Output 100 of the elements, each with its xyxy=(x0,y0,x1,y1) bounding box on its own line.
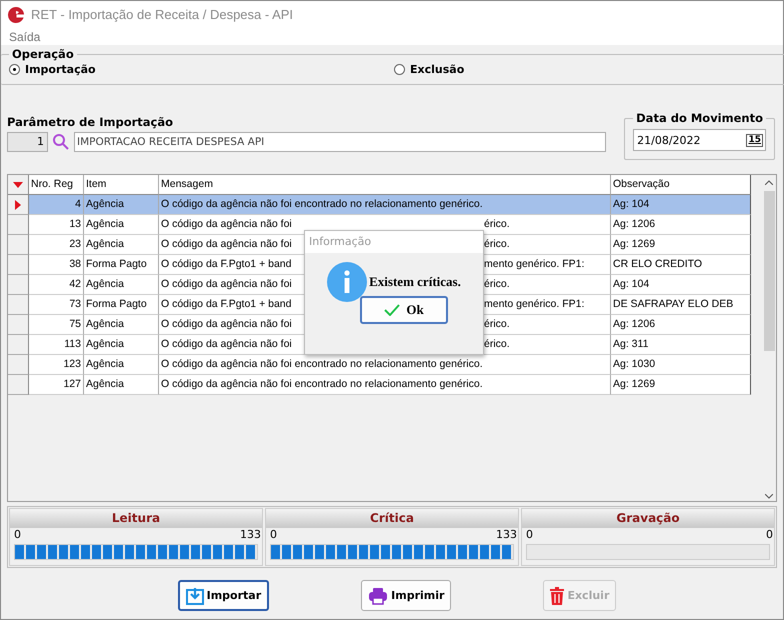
ok-button[interactable]: Ok xyxy=(360,296,448,324)
table-cell: Agência xyxy=(84,335,159,355)
menu-item[interactable]: Saída xyxy=(9,30,40,44)
table-cell: Ag: 104 xyxy=(611,275,751,295)
table-cell-text: mento genérico. FP1: xyxy=(484,297,584,312)
row-indicator[interactable] xyxy=(8,335,29,355)
table-cell: O código da agência não foi encontrado no relacionamento genérico. xyxy=(161,378,483,390)
column-header[interactable]: Mensagem xyxy=(159,175,611,195)
min-value: 0 xyxy=(14,528,21,542)
date-field[interactable]: 21/08/2022 15 xyxy=(633,129,766,151)
table-cell-text: érico. xyxy=(484,277,510,292)
radio-label: Importação xyxy=(25,63,96,76)
logo-icon xyxy=(7,6,25,24)
table-cell: O código da F.Pgto1 + band xyxy=(161,298,292,310)
group-title: Operação xyxy=(11,47,75,61)
table-cell: Ag: 311 xyxy=(611,335,751,355)
scroll-thumb[interactable] xyxy=(764,191,774,351)
max-value: 0 xyxy=(766,528,773,542)
table-cell: 38 xyxy=(29,255,84,275)
printer-icon xyxy=(368,586,388,604)
radio-label: Exclusão xyxy=(410,63,464,76)
table-cell: Forma Pagto xyxy=(84,295,159,315)
header-indicator[interactable] xyxy=(8,175,29,195)
row-indicator[interactable] xyxy=(8,295,29,315)
current-row-icon xyxy=(15,200,21,210)
search-icon[interactable] xyxy=(52,133,70,151)
table-cell-text: érico. xyxy=(484,317,510,332)
max-value: 133 xyxy=(240,528,261,542)
row-indicator[interactable] xyxy=(8,315,29,335)
table-cell: 123 xyxy=(29,355,84,375)
field-label: Parâmetro de Importação xyxy=(7,115,174,129)
sort-icon xyxy=(13,182,23,188)
table-cell: Ag: 104 xyxy=(611,195,751,215)
row-indicator[interactable] xyxy=(8,215,29,235)
table-cell: O código da agência não foi xyxy=(161,278,292,290)
table-cell: Ag: 1269 xyxy=(611,375,751,395)
table-cell: 23 xyxy=(29,235,84,255)
date-value: 21/08/2022 xyxy=(637,134,701,146)
table-cell: O código da agência não foi encontrado no relacionamento genérico. xyxy=(161,198,483,210)
group-title: Data do Movimento xyxy=(635,111,764,125)
table-cell: Ag: 1030 xyxy=(611,355,751,375)
table-cell-text: érico. xyxy=(484,237,510,252)
max-value: 133 xyxy=(496,528,517,542)
table-cell: 13 xyxy=(29,215,84,235)
table-cell: Agência xyxy=(84,315,159,335)
row-indicator[interactable] xyxy=(8,275,29,295)
check-icon xyxy=(384,304,400,316)
radio-button[interactable] xyxy=(394,64,405,75)
row-indicator[interactable] xyxy=(8,195,29,215)
table-cell: O código da agência não foi xyxy=(161,218,292,230)
panel-title: Leitura xyxy=(10,509,262,528)
table-cell: Ag: 1206 xyxy=(611,215,751,235)
radio-button[interactable] xyxy=(9,64,20,75)
table-cell: 127 xyxy=(29,375,84,395)
row-indicator[interactable] xyxy=(8,355,29,375)
table-cell: DE SAFRAPAY ELO DEB xyxy=(611,295,751,315)
dialog-title: Informação xyxy=(305,231,483,253)
description-field[interactable]: IMPORTACAO RECEITA DESPESA API xyxy=(74,132,606,152)
row-indicator[interactable] xyxy=(8,235,29,255)
column-header[interactable]: Item xyxy=(84,175,159,195)
radio-option[interactable]: Exclusão xyxy=(394,63,779,76)
table-cell: 42 xyxy=(29,275,84,295)
min-value: 0 xyxy=(526,528,533,542)
table-cell: O código da agência não foi xyxy=(161,318,292,330)
print-button[interactable]: Imprimir xyxy=(361,580,452,611)
column-header[interactable]: Nro. Reg xyxy=(29,175,84,195)
scroll-up-icon[interactable] xyxy=(765,180,773,185)
table-cell: Agência xyxy=(84,275,159,295)
table-cell: Agência xyxy=(84,215,159,235)
dialog-message: Existem críticas. xyxy=(369,274,461,290)
radio-option[interactable]: Importação xyxy=(9,63,394,76)
table-cell: 113 xyxy=(29,335,84,355)
table-cell: Agência xyxy=(84,375,159,395)
table-cell: Agência xyxy=(84,235,159,255)
column-header[interactable]: Observação xyxy=(611,175,751,195)
table-cell: Forma Pagto xyxy=(84,255,159,275)
trash-icon xyxy=(550,586,564,604)
table-cell: O código da agência não foi xyxy=(161,338,292,350)
table-cell: Agência xyxy=(84,355,159,375)
table-cell: O código da agência não foi encontrado no relacionamento genérico. xyxy=(161,358,483,370)
window-title: RET - Importação de Receita / Despesa - API xyxy=(31,7,294,22)
table-cell-text: mento genérico. FP1: xyxy=(484,257,584,272)
table-cell: O código da F.Pgto1 + band xyxy=(161,258,292,270)
download-icon xyxy=(186,586,204,604)
min-value: 0 xyxy=(270,528,277,542)
table-cell: 75 xyxy=(29,315,84,335)
table-cell: Agência xyxy=(84,195,159,215)
table-cell: 4 xyxy=(29,195,84,215)
calendar-button[interactable]: 15 xyxy=(746,134,763,146)
info-icon xyxy=(327,262,368,302)
table-cell: Ag: 1206 xyxy=(611,315,751,335)
row-indicator[interactable] xyxy=(8,375,29,395)
panel-title: Crítica xyxy=(266,509,518,528)
table-cell: Ag: 1269 xyxy=(611,235,751,255)
code-field[interactable]: 1 xyxy=(7,132,48,152)
row-indicator[interactable] xyxy=(8,255,29,275)
import-button[interactable]: Importar xyxy=(178,580,270,611)
table-cell-text: érico. xyxy=(484,337,510,352)
scroll-down-icon[interactable] xyxy=(765,494,773,499)
table-cell-text: érico. xyxy=(484,217,510,232)
